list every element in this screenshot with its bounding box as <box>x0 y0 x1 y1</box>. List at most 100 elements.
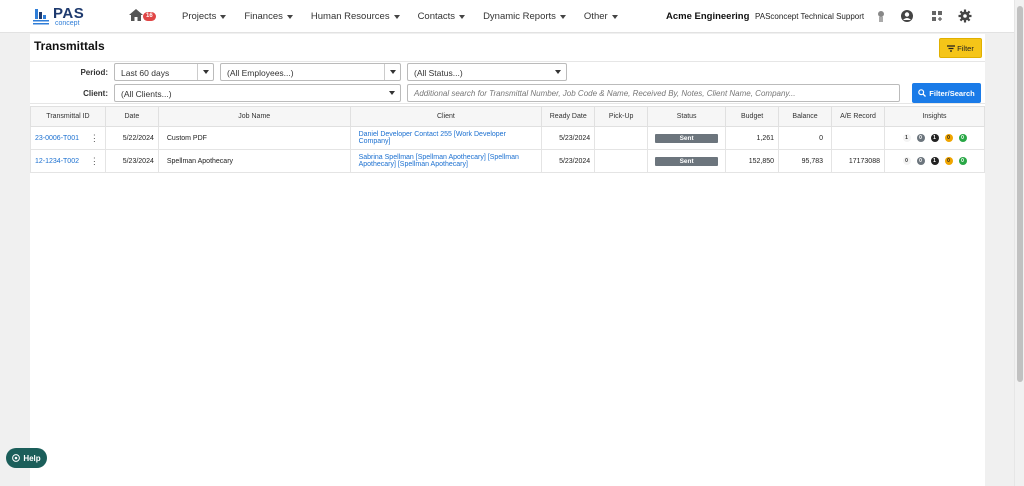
pickup-cell <box>594 149 649 173</box>
notification-badge: 16 <box>143 12 156 21</box>
insight-indicator[interactable]: 1 <box>930 134 939 142</box>
date-cell: 5/22/2024 <box>104 126 159 150</box>
column-header[interactable]: Ready Date <box>541 106 596 127</box>
insight-indicator[interactable]: 1 <box>902 134 911 142</box>
ae-record-cell <box>831 126 885 150</box>
main-menu: Projects Finances Human Resources Contac… <box>182 11 636 22</box>
period-label: Period: <box>80 68 108 77</box>
additional-search-input[interactable]: Additional search for Transmittal Number… <box>407 84 900 102</box>
insights-cell: 0 0 1 0 0 <box>884 149 985 173</box>
column-header[interactable]: Budget <box>725 106 780 127</box>
column-header[interactable]: A/E Record <box>831 106 885 127</box>
employees-select[interactable]: (All Employees...) <box>220 63 401 81</box>
chevron-down-icon <box>220 14 227 19</box>
chevron-down-icon <box>197 64 213 80</box>
insight-indicator[interactable]: 0 <box>916 157 925 165</box>
row-menu-icon[interactable]: ⋮ <box>90 133 99 144</box>
status-badge: Sent <box>655 156 719 166</box>
top-navbar: PAS concept 16 Projects Finances Human R… <box>0 0 1014 33</box>
chevron-down-icon <box>286 14 293 19</box>
column-header[interactable]: Job Name <box>157 106 351 127</box>
main-content: Transmittals Filter Period: Last 60 days… <box>30 34 985 486</box>
insight-indicator[interactable]: 1 <box>930 157 939 165</box>
page-scrollbar[interactable] <box>1014 0 1024 486</box>
menu-dynamic-reports[interactable]: Dynamic Reports <box>483 11 566 22</box>
column-header[interactable]: Balance <box>778 106 833 127</box>
home-button[interactable]: 16 <box>129 9 157 23</box>
page: PAS concept 16 Projects Finances Human R… <box>0 0 1024 486</box>
chevron-down-icon <box>393 14 400 19</box>
balance-cell: 95,783 <box>778 149 833 173</box>
insight-indicator[interactable]: 0 <box>944 134 953 142</box>
technical-support-link[interactable]: PASconcept Technical Support <box>755 12 864 21</box>
chevron-down-icon <box>559 14 566 19</box>
column-header[interactable]: Transmittal ID <box>30 106 106 127</box>
insight-indicator[interactable]: 0 <box>958 157 967 165</box>
insight-indicator[interactable]: 0 <box>916 134 925 142</box>
chevron-down-icon <box>550 64 566 80</box>
insights-cell: 1 0 1 0 0 <box>884 126 985 150</box>
client-link[interactable]: Sabrina Spellman [Spellman Apothecary] [… <box>359 154 519 168</box>
chevron-down-icon <box>384 64 400 80</box>
account-icon[interactable] <box>900 9 914 23</box>
budget-cell: 1,261 <box>725 126 780 150</box>
gear-icon[interactable] <box>958 9 972 23</box>
filter-search-button[interactable]: Filter/Search <box>912 83 981 103</box>
pasconcept-logo[interactable]: PAS concept <box>33 5 93 29</box>
transmittals-table: Transmittal ID Date Job Name Client Read… <box>30 106 985 173</box>
status-badge: Sent <box>655 133 719 143</box>
insight-indicator[interactable]: 0 <box>902 157 911 165</box>
search-icon <box>918 89 927 97</box>
logo-mark-icon <box>33 9 49 25</box>
menu-human-resources[interactable]: Human Resources <box>311 11 400 22</box>
help-icon <box>12 454 21 462</box>
chevron-down-icon <box>611 14 618 19</box>
apps-grid-icon[interactable] <box>930 9 944 23</box>
transmittal-id-link[interactable]: 12-1234-T002 <box>35 158 79 165</box>
column-header[interactable]: Status <box>647 106 727 127</box>
job-name-cell: Custom PDF <box>157 126 351 150</box>
table-row: 12-1234-T002 ⋮ 5/23/2024 Spellman Apothe… <box>30 149 985 173</box>
filter-button[interactable]: Filter <box>939 38 982 58</box>
scrollbar-thumb[interactable] <box>1017 6 1023 382</box>
chevron-down-icon <box>459 14 466 19</box>
column-header[interactable]: Insights <box>884 106 985 127</box>
filter-icon <box>947 44 956 52</box>
menu-projects[interactable]: Projects <box>182 11 227 22</box>
transmittal-id-link[interactable]: 23-0006-T001 <box>35 135 79 142</box>
table-header-row: Transmittal ID Date Job Name Client Read… <box>30 106 985 127</box>
ready-date-cell: 5/23/2024 <box>541 126 596 150</box>
transmittal-id-cell: 12-1234-T002 ⋮ <box>30 149 106 173</box>
ae-record-cell: 17173088 <box>831 149 885 173</box>
menu-finances[interactable]: Finances <box>244 11 293 22</box>
menu-contacts[interactable]: Contacts <box>418 11 466 22</box>
status-select[interactable]: (All Status...) <box>407 63 567 81</box>
table-row: 23-0006-T001 ⋮ 5/22/2024 Custom PDF Dani… <box>30 126 985 150</box>
filter-panel: Period: Last 60 days (All Employees...) … <box>30 61 985 104</box>
client-link[interactable]: Daniel Developer Contact 255 [Work Devel… <box>359 131 506 145</box>
job-name-cell: Spellman Apothecary <box>157 149 351 173</box>
transmittal-id-cell: 23-0006-T001 ⋮ <box>30 126 106 150</box>
budget-cell: 152,850 <box>725 149 780 173</box>
column-header[interactable]: Client <box>349 106 543 127</box>
client-select[interactable]: (All Clients...) <box>114 84 401 102</box>
company-name[interactable]: Acme Engineering <box>666 11 749 22</box>
chevron-down-icon <box>384 85 400 101</box>
column-header[interactable]: Date <box>104 106 159 127</box>
home-icon <box>129 9 143 21</box>
period-select[interactable]: Last 60 days <box>114 63 214 81</box>
client-label: Client: <box>83 89 108 98</box>
page-title: Transmittals <box>34 39 105 53</box>
insight-indicator[interactable]: 0 <box>944 157 953 165</box>
row-menu-icon[interactable]: ⋮ <box>90 156 99 167</box>
date-cell: 5/23/2024 <box>104 149 159 173</box>
pickup-cell <box>594 126 649 150</box>
ready-date-cell: 5/23/2024 <box>541 149 596 173</box>
insight-indicator[interactable]: 0 <box>958 134 967 142</box>
user-badge-icon[interactable] <box>874 9 888 23</box>
logo-subtext: concept <box>55 20 80 27</box>
help-button[interactable]: Help <box>6 448 47 468</box>
menu-other[interactable]: Other <box>584 11 618 22</box>
balance-cell: 0 <box>778 126 833 150</box>
column-header[interactable]: Pick-Up <box>594 106 649 127</box>
